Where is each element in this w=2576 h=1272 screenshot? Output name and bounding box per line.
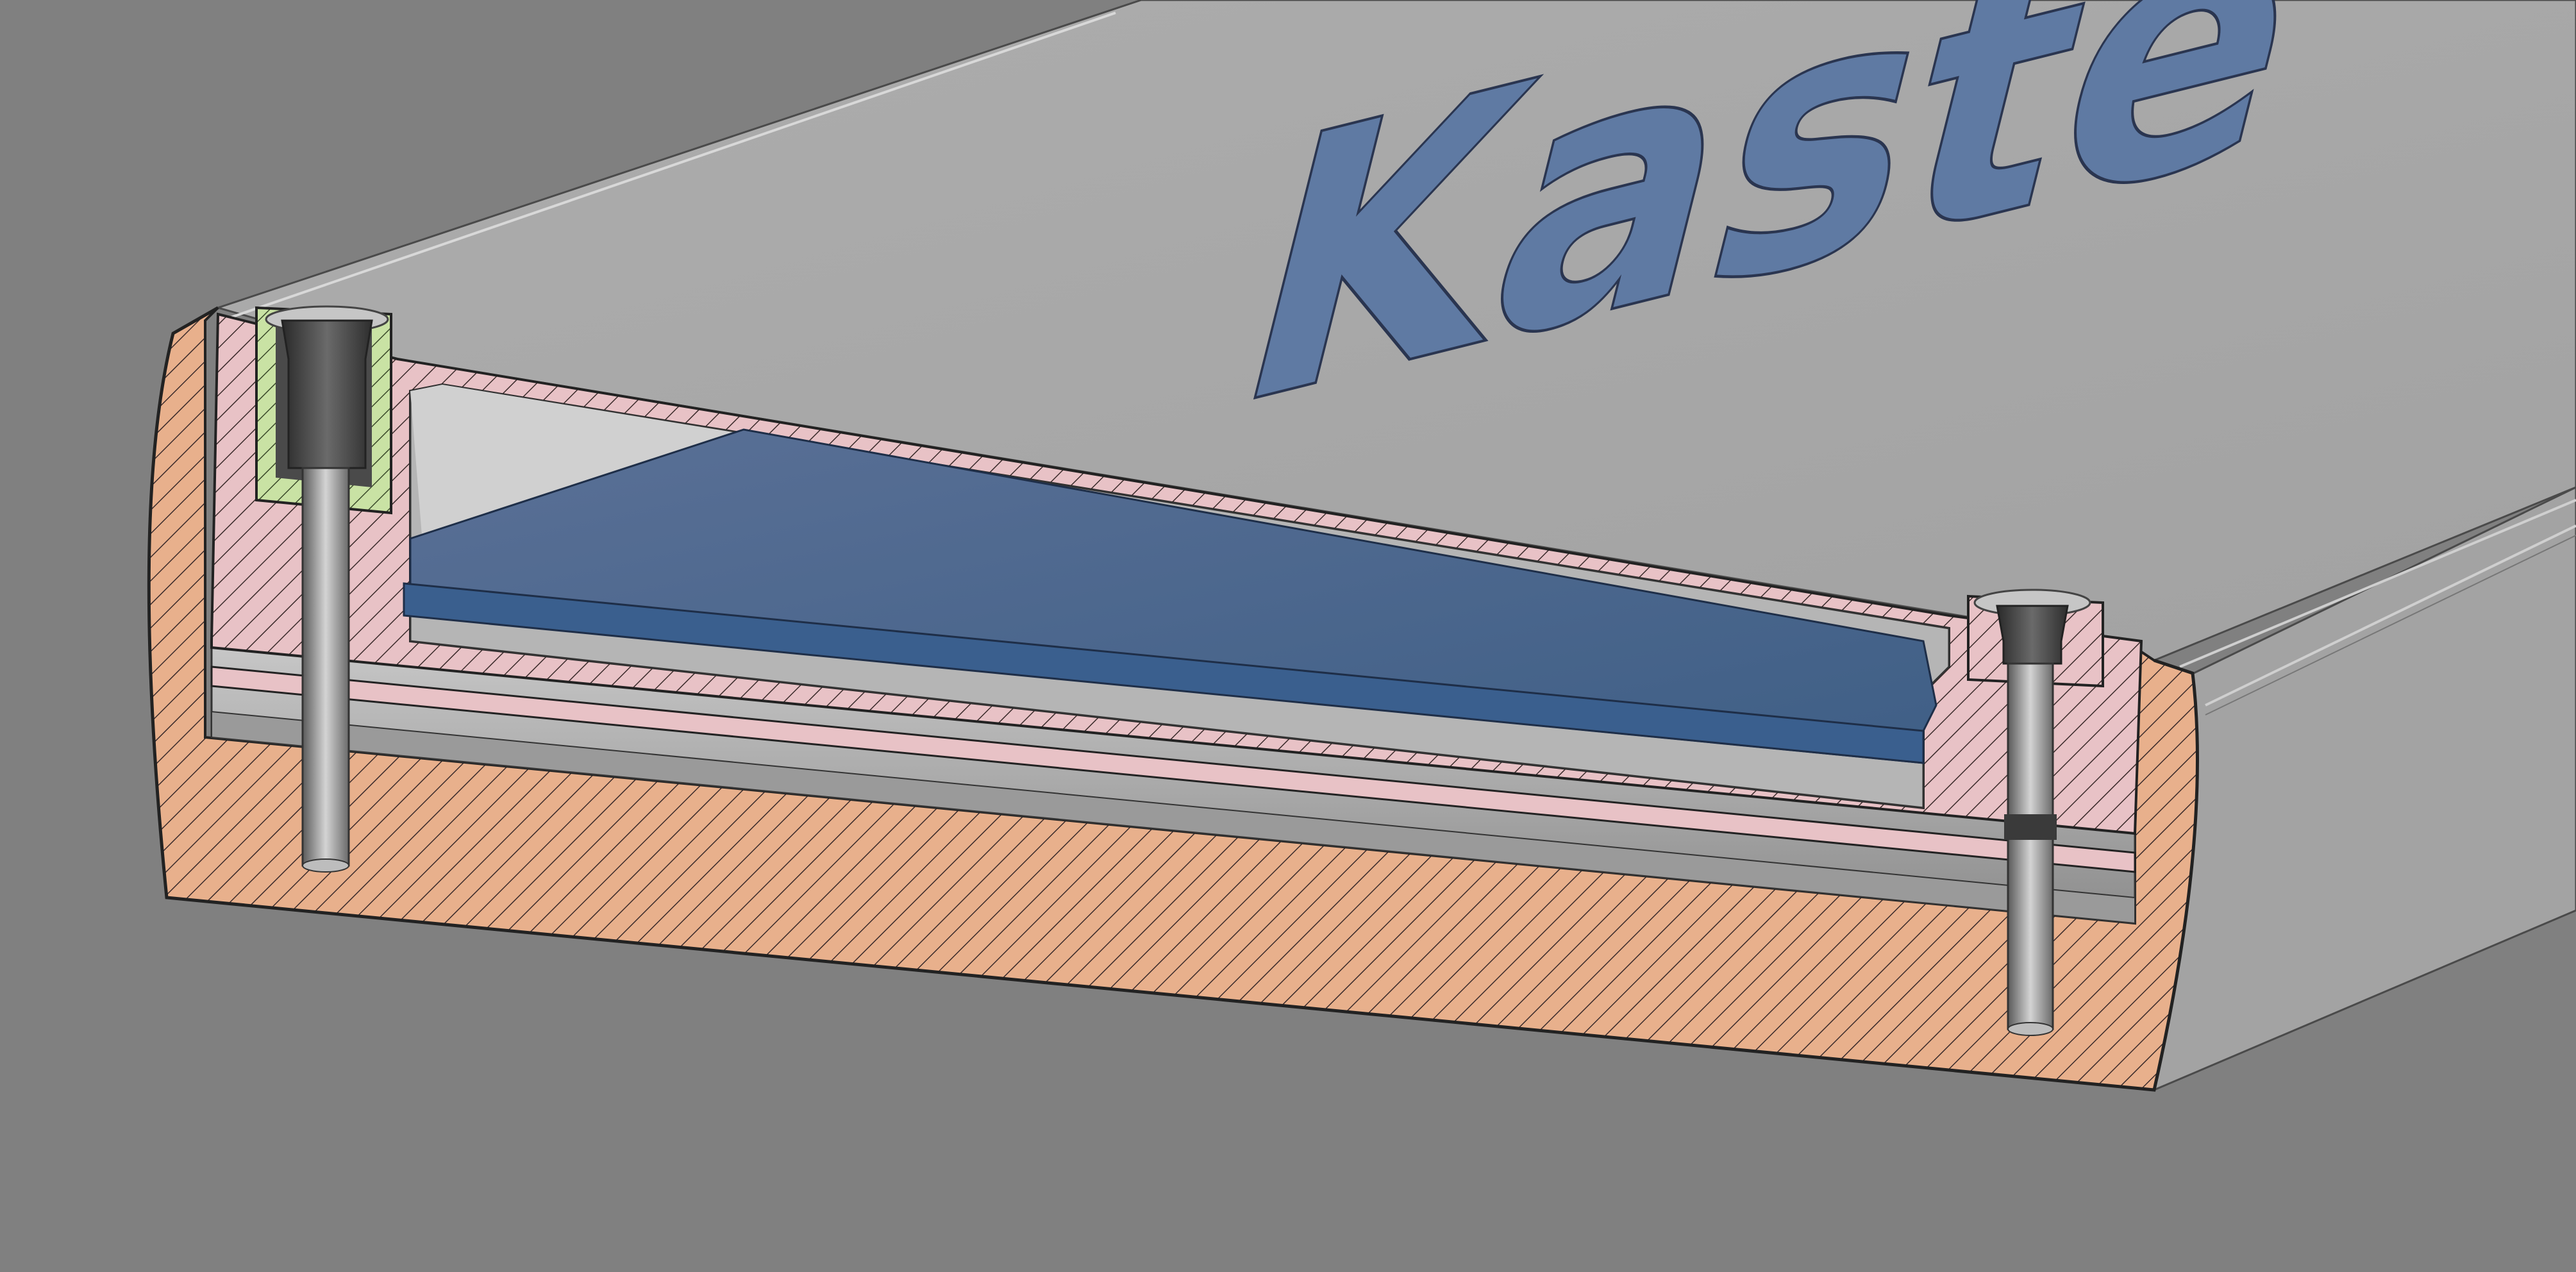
cad-section-view: Kaste bbox=[0, 0, 2576, 1272]
